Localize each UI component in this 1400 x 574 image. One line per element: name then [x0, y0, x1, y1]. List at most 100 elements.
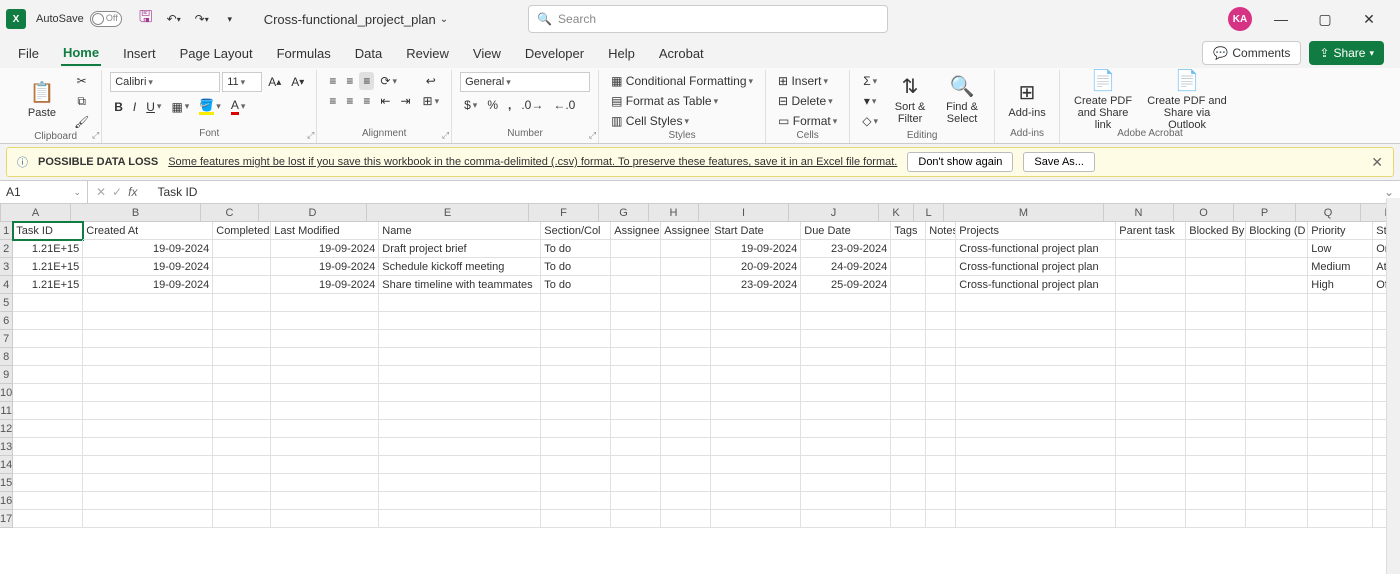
cell-Q6[interactable] [1308, 312, 1373, 330]
cell-L4[interactable] [926, 276, 956, 294]
cell-F9[interactable] [541, 366, 611, 384]
cell-J10[interactable] [801, 384, 891, 402]
cell-Q7[interactable] [1308, 330, 1373, 348]
cell-N8[interactable] [1116, 348, 1186, 366]
cell-L16[interactable] [926, 492, 956, 510]
cell-Q14[interactable] [1308, 456, 1373, 474]
row-header-16[interactable]: 16 [0, 492, 13, 510]
cell-K15[interactable] [891, 474, 926, 492]
cell-K13[interactable] [891, 438, 926, 456]
cell-M1[interactable]: Projects [956, 222, 1116, 240]
cell-H14[interactable] [661, 456, 711, 474]
cell-A5[interactable] [13, 294, 83, 312]
cell-N7[interactable] [1116, 330, 1186, 348]
cell-M2[interactable]: Cross-functional project plan [956, 240, 1116, 258]
cell-B3[interactable]: 19-09-2024 [83, 258, 213, 276]
cell-B12[interactable] [83, 420, 213, 438]
cell-I8[interactable] [711, 348, 801, 366]
column-header-Q[interactable]: Q [1296, 204, 1361, 222]
cell-N5[interactable] [1116, 294, 1186, 312]
vertical-scrollbar[interactable] [1386, 204, 1400, 574]
cell-C14[interactable] [213, 456, 271, 474]
cell-H8[interactable] [661, 348, 711, 366]
cell-G2[interactable] [611, 240, 661, 258]
share-button[interactable]: ⇪Share▾ [1309, 41, 1384, 65]
cut-button[interactable]: ✂ [70, 72, 93, 90]
font-name-combo[interactable]: Calibri [110, 72, 220, 92]
cell-K16[interactable] [891, 492, 926, 510]
cell-A11[interactable] [13, 402, 83, 420]
tab-acrobat[interactable]: Acrobat [657, 42, 706, 65]
cell-I16[interactable] [711, 492, 801, 510]
tab-developer[interactable]: Developer [523, 42, 586, 65]
column-header-D[interactable]: D [259, 204, 367, 222]
cell-D8[interactable] [271, 348, 379, 366]
cell-D5[interactable] [271, 294, 379, 312]
cell-E4[interactable]: Share timeline with teammates [379, 276, 541, 294]
cell-K9[interactable] [891, 366, 926, 384]
cell-B4[interactable]: 19-09-2024 [83, 276, 213, 294]
cell-E10[interactable] [379, 384, 541, 402]
decrease-font-button[interactable]: A▾ [287, 73, 308, 91]
cell-J2[interactable]: 23-09-2024 [801, 240, 891, 258]
cell-H12[interactable] [661, 420, 711, 438]
cell-B10[interactable] [83, 384, 213, 402]
increase-font-button[interactable]: A▴ [264, 73, 285, 91]
cell-O5[interactable] [1186, 294, 1246, 312]
cell-D14[interactable] [271, 456, 379, 474]
cell-A2[interactable]: 1.21E+15 [13, 240, 83, 258]
create-pdf-outlook-button[interactable]: 📄Create PDF and Share via Outlook [1142, 72, 1232, 126]
column-header-C[interactable]: C [201, 204, 259, 222]
cell-H7[interactable] [661, 330, 711, 348]
cell-Q13[interactable] [1308, 438, 1373, 456]
cell-L5[interactable] [926, 294, 956, 312]
warning-message[interactable]: Some features might be lost if you save … [168, 156, 897, 168]
cell-E11[interactable] [379, 402, 541, 420]
column-header-G[interactable]: G [599, 204, 649, 222]
dont-show-again-button[interactable]: Don't show again [907, 152, 1013, 172]
cell-D15[interactable] [271, 474, 379, 492]
row-header-3[interactable]: 3 [0, 258, 13, 276]
cell-N11[interactable] [1116, 402, 1186, 420]
row-headers[interactable]: 1234567891011121314151617 [0, 222, 13, 574]
border-button[interactable]: ▦ [167, 98, 193, 116]
save-as-button[interactable]: Save As... [1023, 152, 1095, 172]
cell-D13[interactable] [271, 438, 379, 456]
cell-P1[interactable]: Blocking (D [1246, 222, 1308, 240]
cell-I3[interactable]: 20-09-2024 [711, 258, 801, 276]
clipboard-launcher[interactable]: ⤢ [92, 130, 99, 141]
cell-O1[interactable]: Blocked By [1186, 222, 1246, 240]
bold-button[interactable]: B [110, 98, 127, 116]
cell-A15[interactable] [13, 474, 83, 492]
cell-G15[interactable] [611, 474, 661, 492]
cell-E15[interactable] [379, 474, 541, 492]
cell-L13[interactable] [926, 438, 956, 456]
cell-E3[interactable]: Schedule kickoff meeting [379, 258, 541, 276]
cell-I10[interactable] [711, 384, 801, 402]
minimize-button[interactable]: — [1266, 4, 1296, 34]
cell-C9[interactable] [213, 366, 271, 384]
cell-N17[interactable] [1116, 510, 1186, 528]
cell-I14[interactable] [711, 456, 801, 474]
number-launcher[interactable]: ⤢ [589, 130, 596, 141]
cell-B7[interactable] [83, 330, 213, 348]
cell-C12[interactable] [213, 420, 271, 438]
alignment-launcher[interactable]: ⤢ [442, 130, 449, 141]
search-input[interactable]: 🔍 Search [528, 5, 888, 33]
align-top-button[interactable]: ≡ [325, 72, 340, 90]
cell-O2[interactable] [1186, 240, 1246, 258]
cell-M7[interactable] [956, 330, 1116, 348]
currency-button[interactable]: $ [460, 96, 481, 114]
cell-F14[interactable] [541, 456, 611, 474]
cell-L8[interactable] [926, 348, 956, 366]
cell-G17[interactable] [611, 510, 661, 528]
align-middle-button[interactable]: ≡ [342, 72, 357, 90]
cell-A8[interactable] [13, 348, 83, 366]
row-header-5[interactable]: 5 [0, 294, 13, 312]
align-center-button[interactable]: ≡ [342, 92, 357, 110]
format-as-table-button[interactable]: ▤ Format as Table [607, 92, 722, 110]
redo-button[interactable]: ↷▾ [190, 7, 214, 31]
column-header-P[interactable]: P [1234, 204, 1296, 222]
cell-H15[interactable] [661, 474, 711, 492]
cell-N10[interactable] [1116, 384, 1186, 402]
